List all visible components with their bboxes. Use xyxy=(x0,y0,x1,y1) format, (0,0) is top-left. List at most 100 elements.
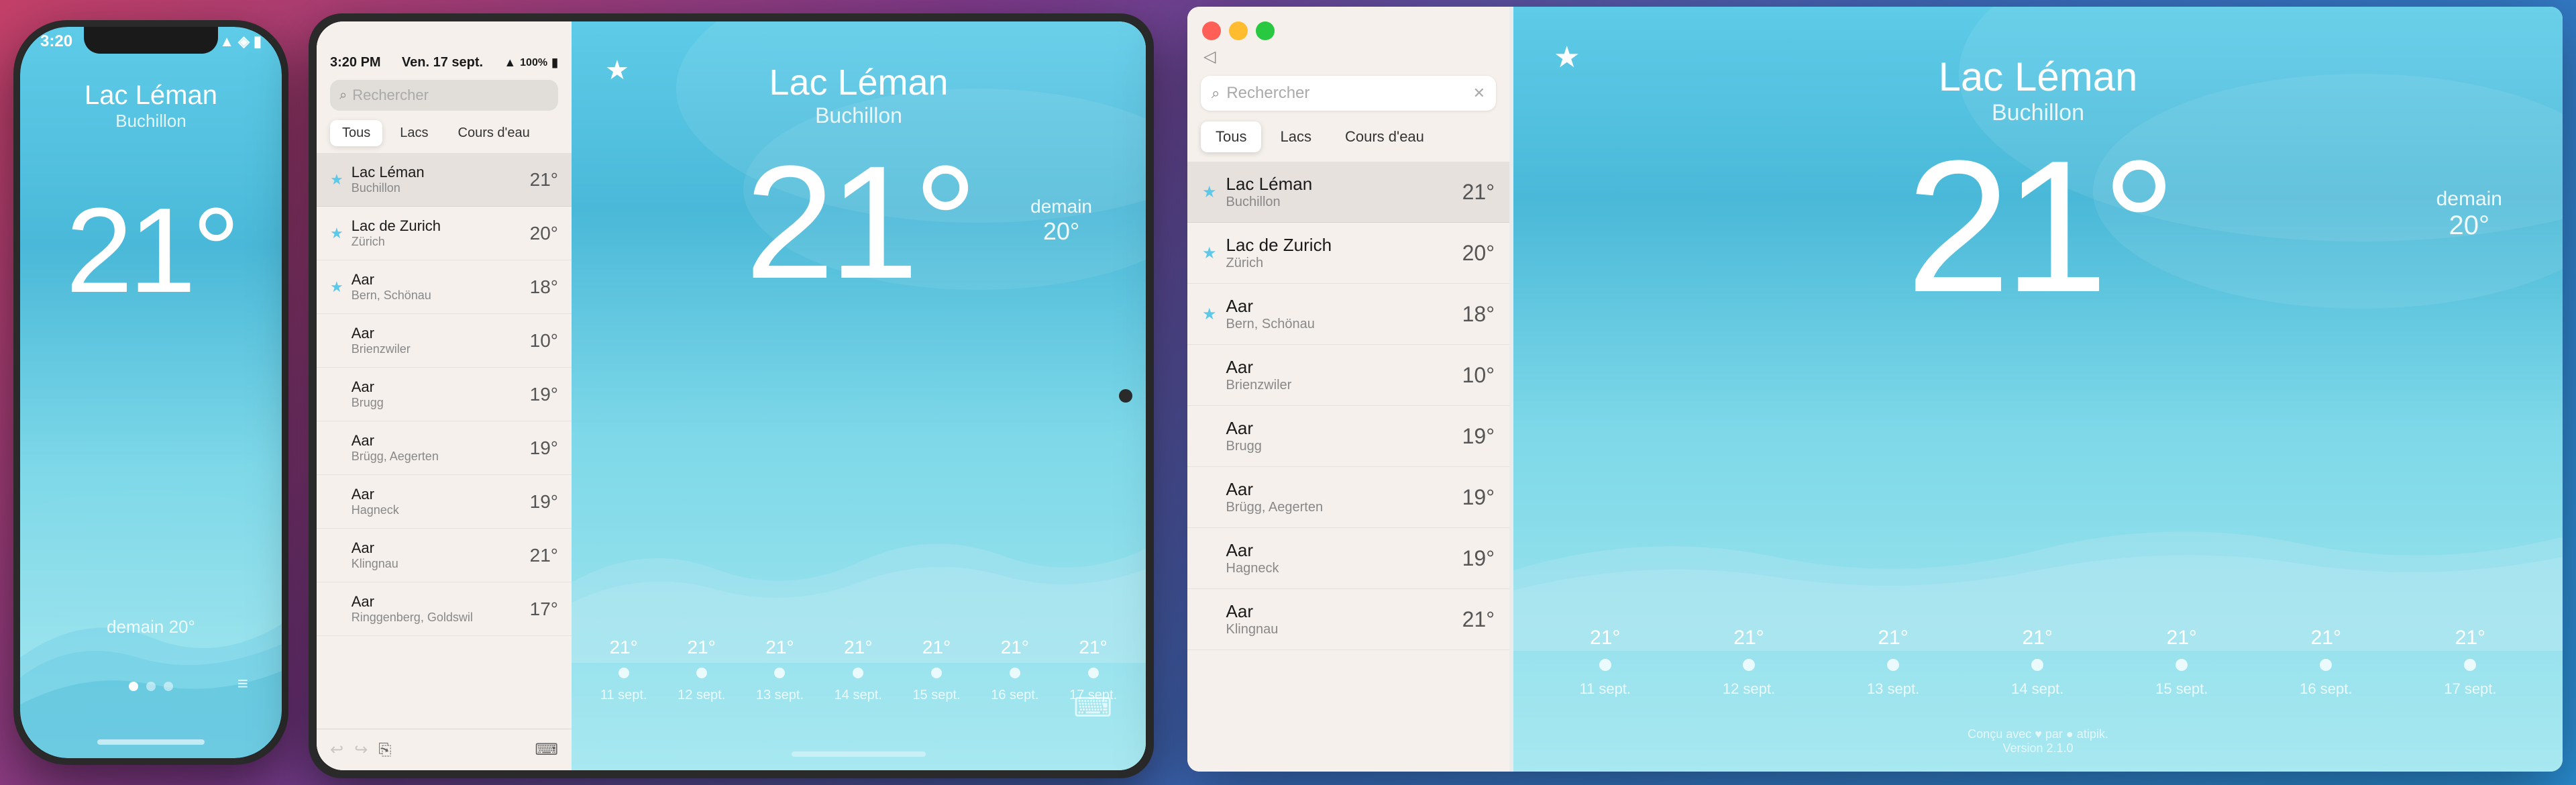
tablet-home-bar[interactable] xyxy=(792,751,926,757)
mac-location-suburb: Hagneck xyxy=(1226,561,1462,576)
forecast-dot xyxy=(774,668,785,678)
tablet-tomorrow-label: demain xyxy=(1030,196,1092,217)
mac-location-temp: 19° xyxy=(1462,546,1495,571)
mac-location-item-2[interactable]: ★ Aar Bern, Schönau 18° xyxy=(1187,284,1509,345)
forecast-temp: 21° xyxy=(844,637,872,658)
location-suburb: Buchillon xyxy=(352,181,530,195)
mac-location-item-0[interactable]: ★ Lac Léman Buchillon 21° xyxy=(1187,162,1509,223)
phone-city-suburb: Buchillon xyxy=(20,111,282,132)
tablet-tomorrow-temp: 20° xyxy=(1030,217,1092,246)
forecast-dot xyxy=(931,668,942,678)
forecast-temp: 21° xyxy=(922,637,951,658)
mac-window: ◁ ⌕ Rechercher ✕ Tous Lacs Cours d'eau xyxy=(1187,7,2563,772)
tab-lacs[interactable]: Lacs xyxy=(388,120,440,146)
forecast-dot xyxy=(1088,668,1099,678)
mac-forecast-item-0: 21° 11 sept. xyxy=(1579,627,1631,698)
tablet-location-item-6[interactable]: ★ Aar Hagneck 19° xyxy=(317,475,572,529)
mac-location-list: ★ Lac Léman Buchillon 21° ★ Lac de Zuric… xyxy=(1187,162,1509,772)
tablet-location-item-5[interactable]: ★ Aar Brügg, Aegerten 19° xyxy=(317,421,572,475)
tablet-body: 3:20 PM Ven. 17 sept. ▲ 100% ▮ ⌕ Recherc… xyxy=(309,13,1154,778)
mac-tab-lacs[interactable]: Lacs xyxy=(1265,121,1326,152)
mac-location-item-7[interactable]: ★ Aar Klingnau 21° xyxy=(1187,589,1509,650)
phone-menu-icon[interactable]: ≡ xyxy=(237,673,248,694)
mac-forecast-temp: 21° xyxy=(1878,627,1908,649)
location-name: Lac de Zurich xyxy=(352,217,530,235)
location-suburb: Ringgenberg, Goldswil xyxy=(352,611,530,625)
mac-location-item-3[interactable]: ★ Aar Brienzwiler 10° xyxy=(1187,345,1509,406)
tablet-sidebar-header: 3:20 PM Ven. 17 sept. ▲ 100% ▮ ⌕ Recherc… xyxy=(317,21,572,153)
tablet-location-item-7[interactable]: ★ Aar Klingnau 21° xyxy=(317,529,572,582)
mac-location-temp: 10° xyxy=(1462,363,1495,388)
mac-location-item-6[interactable]: ★ Aar Hagneck 19° xyxy=(1187,528,1509,589)
undo-button[interactable]: ↩ xyxy=(330,740,343,760)
tablet-favorite-button[interactable]: ★ xyxy=(605,55,629,86)
mac-location-suburb: Brügg, Aegerten xyxy=(1226,500,1462,515)
tablet-location-item-3[interactable]: ★ Aar Brienzwiler 10° xyxy=(317,314,572,368)
tablet-location-item-2[interactable]: ★ Aar Bern, Schönau 18° xyxy=(317,260,572,314)
tab-cours-deau[interactable]: Cours d'eau xyxy=(446,120,542,146)
mac-favorite-button[interactable]: ★ xyxy=(1554,40,1580,74)
mac-forecast-item-1: 21° 12 sept. xyxy=(1723,627,1775,698)
location-name: Aar xyxy=(352,486,530,503)
mac-location-item-1[interactable]: ★ Lac de Zurich Zürich 20° xyxy=(1187,223,1509,284)
forecast-date: 15 sept. xyxy=(912,688,960,703)
location-name: Aar xyxy=(352,539,530,557)
location-info: Aar Hagneck xyxy=(352,486,530,517)
tablet-time: 3:20 PM xyxy=(330,55,381,70)
minimize-button[interactable] xyxy=(1229,21,1248,40)
tablet-device: 3:20 PM Ven. 17 sept. ▲ 100% ▮ ⌕ Recherc… xyxy=(309,13,1154,778)
mac-location-info: Aar Hagneck xyxy=(1226,540,1462,576)
phone-home-bar[interactable] xyxy=(97,739,205,745)
tablet-location-item-8[interactable]: ★ Aar Ringgenberg, Goldswil 17° xyxy=(317,582,572,636)
mac-search-icon: ⌕ xyxy=(1212,85,1220,102)
back-icon[interactable]: ◁ xyxy=(1203,47,1216,66)
location-info: Aar Klingnau xyxy=(352,539,530,571)
tablet-location-item-0[interactable]: ★ Lac Léman Buchillon 21° xyxy=(317,153,572,207)
star-icon: ★ xyxy=(1202,244,1217,263)
tablet-search-bar[interactable]: ⌕ Rechercher xyxy=(330,80,558,111)
tablet-screen: 3:20 PM Ven. 17 sept. ▲ 100% ▮ ⌕ Recherc… xyxy=(317,21,1146,770)
mac-forecast-dot xyxy=(2031,659,2043,671)
forecast-dot xyxy=(1010,668,1020,678)
location-temp: 18° xyxy=(530,276,558,298)
phone-city-name: Lac Léman xyxy=(20,81,282,111)
mac-location-item-5[interactable]: ★ Aar Brügg, Aegerten 19° xyxy=(1187,467,1509,528)
mac-body: ◁ ⌕ Rechercher ✕ Tous Lacs Cours d'eau xyxy=(1187,7,2563,772)
mac-footer: Conçu avec ♥ par ● atipik. Version 2.1.0 xyxy=(1513,727,2563,755)
redo-button[interactable]: ↪ xyxy=(354,740,368,760)
mac-location-name: Aar xyxy=(1226,418,1462,439)
tablet-location-item-4[interactable]: ★ Aar Brugg 19° xyxy=(317,368,572,421)
mac-location-suburb: Zürich xyxy=(1226,256,1462,271)
mac-forecast-date: 16 sept. xyxy=(2300,680,2352,698)
mac-location-name: Aar xyxy=(1226,479,1462,500)
mac-location-item-4[interactable]: ★ Aar Brugg 19° xyxy=(1187,406,1509,467)
mac-version: Version 2.1.0 xyxy=(2002,741,2073,755)
mac-tab-cours-deau[interactable]: Cours d'eau xyxy=(1330,121,1439,152)
keyboard-button[interactable]: ⌨ xyxy=(535,740,558,760)
mac-location-temp: 21° xyxy=(1462,607,1495,632)
paste-button[interactable]: ⎘ xyxy=(378,741,391,760)
location-suburb: Klingnau xyxy=(352,557,530,571)
maximize-button[interactable] xyxy=(1256,21,1275,40)
mac-search-clear[interactable]: ✕ xyxy=(1473,85,1485,102)
close-button[interactable] xyxy=(1202,21,1221,40)
phone-body: 3:20 ▲ ◈ ▮ Lac Léman Buchi xyxy=(13,20,288,765)
mac-forecast-date: 12 sept. xyxy=(1723,680,1775,698)
tablet-keyboard-icon[interactable]: ⌨ xyxy=(1073,692,1112,723)
location-suburb: Zürich xyxy=(352,235,530,249)
mac-forecast-dot xyxy=(1887,659,1899,671)
star-icon: ★ xyxy=(1202,305,1217,324)
mac-tomorrow: demain 20° xyxy=(2436,188,2502,241)
location-info: Lac Léman Buchillon xyxy=(352,164,530,195)
mac-forecast-bar: 21° 11 sept. 21° 12 sept. 21° 13 sept. 2… xyxy=(1534,627,2542,698)
mac-forecast-item-3: 21° 14 sept. xyxy=(2011,627,2063,698)
mac-location-info: Lac de Zurich Zürich xyxy=(1226,235,1462,271)
mac-search-bar[interactable]: ⌕ Rechercher ✕ xyxy=(1201,76,1496,111)
tab-tous[interactable]: Tous xyxy=(330,120,382,146)
phone-screen: 3:20 ▲ ◈ ▮ Lac Léman Buchi xyxy=(20,27,282,758)
location-temp: 10° xyxy=(530,330,558,352)
tablet-sidebar: 3:20 PM Ven. 17 sept. ▲ 100% ▮ ⌕ Recherc… xyxy=(317,21,572,770)
tablet-location-item-1[interactable]: ★ Lac de Zurich Zürich 20° xyxy=(317,207,572,260)
mac-filter-tabs: Tous Lacs Cours d'eau xyxy=(1201,121,1496,152)
mac-tab-tous[interactable]: Tous xyxy=(1201,121,1261,152)
